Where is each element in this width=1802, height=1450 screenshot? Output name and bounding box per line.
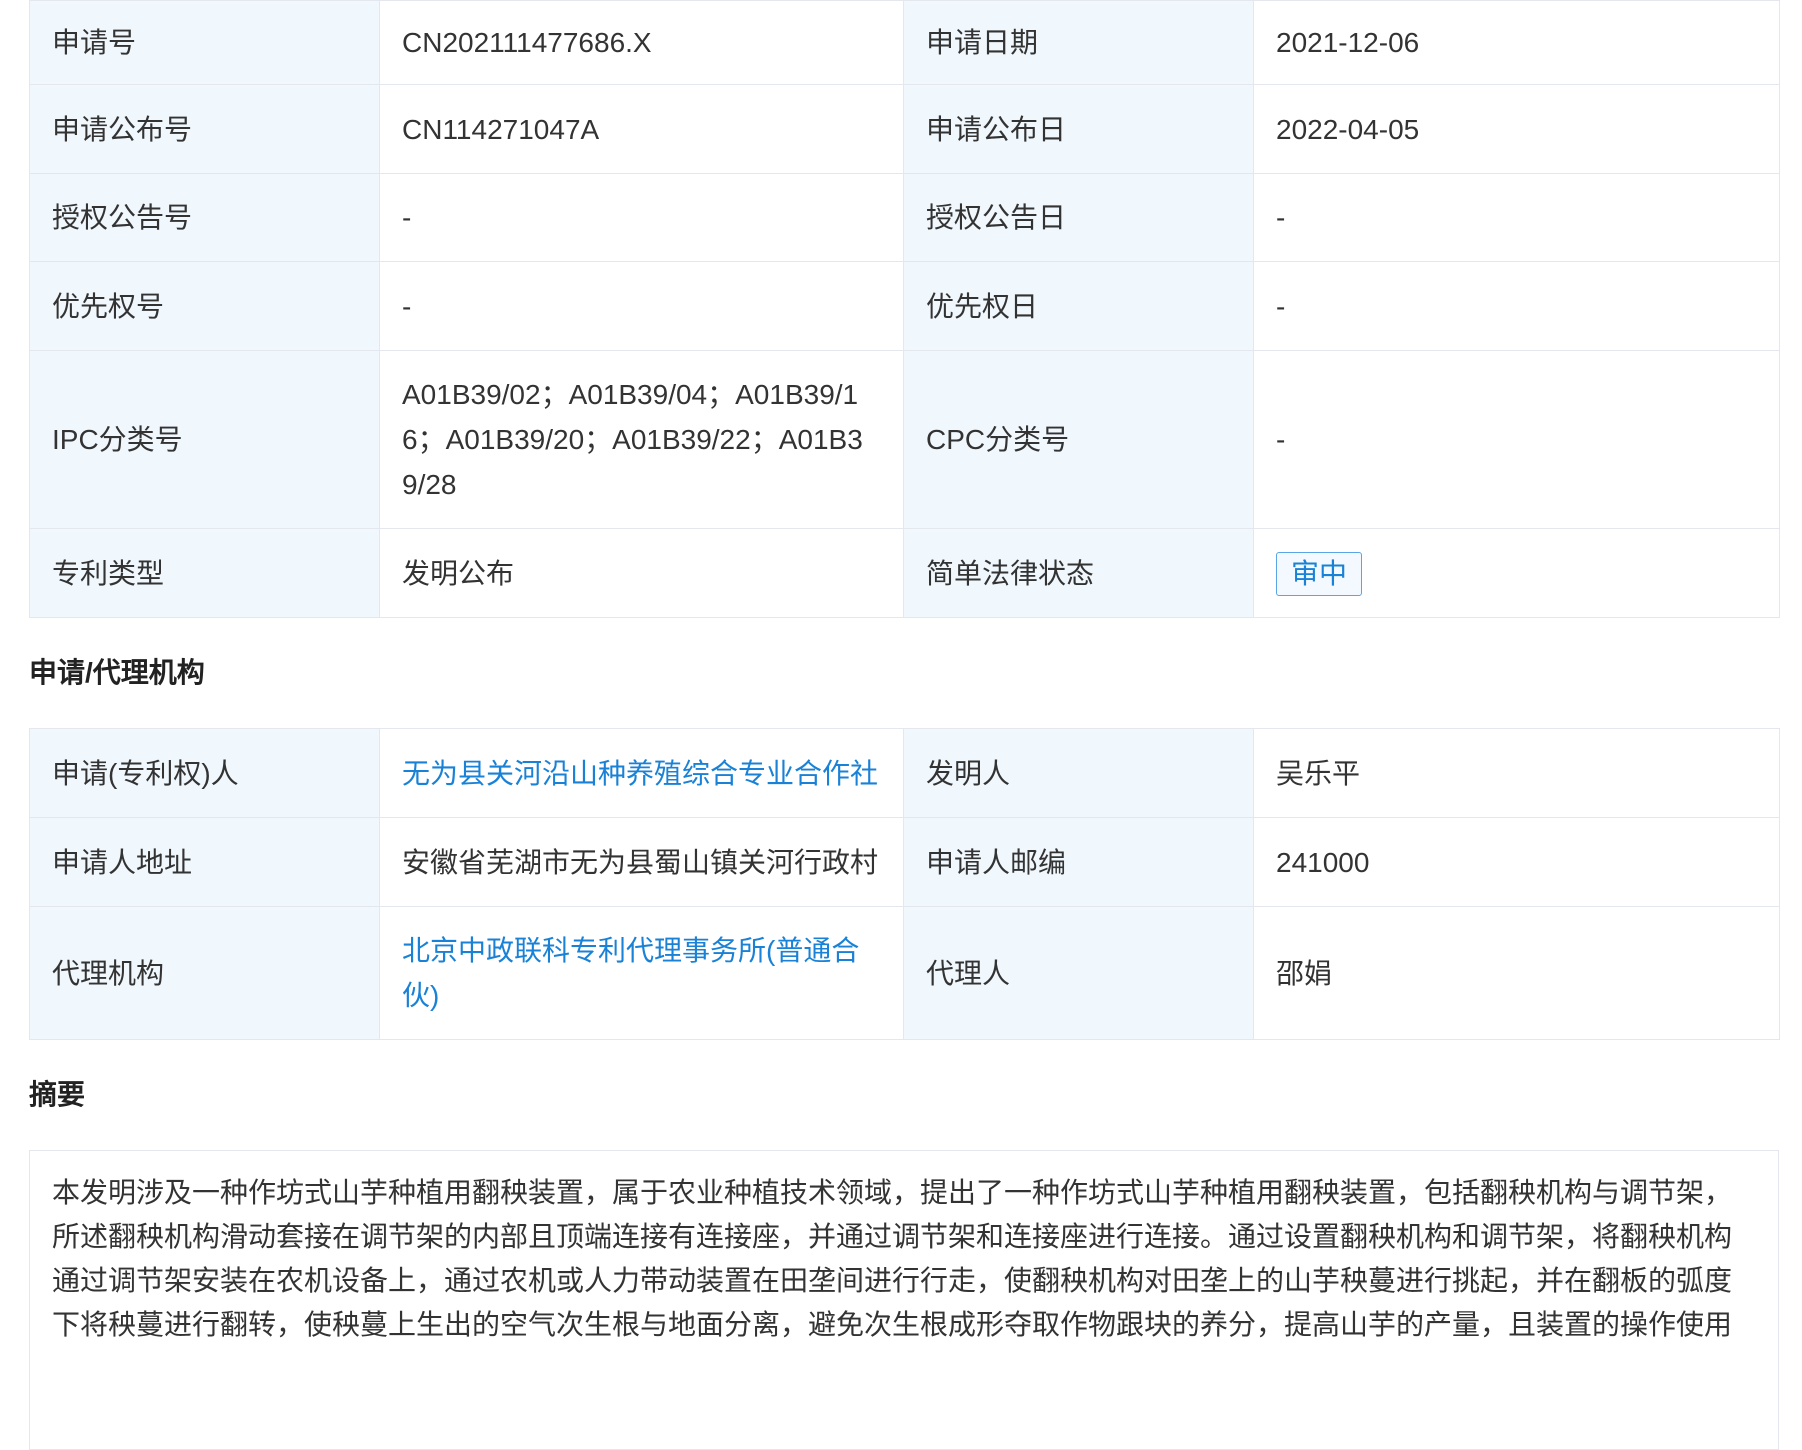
- grant-number-label: 授权公告号: [29, 173, 380, 262]
- abstract-text: 本发明涉及一种作坊式山芋种植用翻秧装置，属于农业种植技术领域，提出了一种作坊式山…: [52, 1177, 1733, 1340]
- applicant-address-label: 申请人地址: [29, 817, 380, 907]
- agency-label: 代理机构: [29, 906, 380, 1040]
- applicant-address-value: 安徽省芜湖市无为县蜀山镇关河行政村: [379, 817, 904, 907]
- applicant-label: 申请(专利权)人: [29, 728, 380, 818]
- grant-number-value: -: [379, 173, 904, 262]
- ipc-class-label: IPC分类号: [29, 350, 380, 529]
- agency-cell: 北京中政联科专利代理事务所(普通合伙): [379, 906, 904, 1040]
- ipc-class-value: A01B39/02；A01B39/04；A01B39/16；A01B39/20；…: [379, 350, 904, 529]
- table-row: 授权公告号 - 授权公告日 -: [29, 173, 1780, 262]
- publication-number-label: 申请公布号: [29, 84, 380, 174]
- grant-date-label: 授权公告日: [903, 173, 1254, 262]
- legal-status-badge[interactable]: 审中: [1276, 551, 1363, 596]
- publication-number-value: CN114271047A: [379, 84, 904, 174]
- legal-status-cell: 审中: [1253, 528, 1780, 618]
- applicant-postcode-value: 241000: [1253, 817, 1780, 907]
- agent-label: 代理人: [903, 906, 1254, 1040]
- legal-status-label: 简单法律状态: [903, 528, 1254, 618]
- abstract-box: 本发明涉及一种作坊式山芋种植用翻秧装置，属于农业种植技术领域，提出了一种作坊式山…: [29, 1150, 1779, 1450]
- applicant-link[interactable]: 无为县关河沿山种养殖综合专业合作社: [402, 758, 878, 789]
- priority-date-value: -: [1253, 261, 1780, 351]
- inventor-value: 吴乐平: [1253, 728, 1780, 818]
- application-number-value: CN202111477686.X: [379, 0, 904, 85]
- cpc-class-value: -: [1253, 350, 1780, 529]
- patent-type-label: 专利类型: [29, 528, 380, 618]
- priority-number-value: -: [379, 261, 904, 351]
- inventor-label: 发明人: [903, 728, 1254, 818]
- applicant-postcode-label: 申请人邮编: [903, 817, 1254, 907]
- patent-type-value: 发明公布: [379, 528, 904, 618]
- agency-info-table: 申请(专利权)人 无为县关河沿山种养殖综合专业合作社 发明人 吴乐平 申请人地址…: [29, 728, 1780, 1040]
- cpc-class-label: CPC分类号: [903, 350, 1254, 529]
- agency-section-title: 申请/代理机构: [29, 657, 205, 688]
- application-date-label: 申请日期: [903, 0, 1254, 85]
- agent-value: 邵娟: [1253, 906, 1780, 1040]
- patent-detail-panel: 申请号 CN202111477686.X 申请日期 2021-12-06 申请公…: [29, 0, 1780, 1450]
- table-row: 代理机构 北京中政联科专利代理事务所(普通合伙) 代理人 邵娟: [29, 906, 1780, 1040]
- table-row: 申请(专利权)人 无为县关河沿山种养殖综合专业合作社 发明人 吴乐平: [29, 728, 1780, 818]
- application-number-label: 申请号: [29, 0, 380, 85]
- applicant-cell: 无为县关河沿山种养殖综合专业合作社: [379, 728, 904, 818]
- publication-date-label: 申请公布日: [903, 84, 1254, 174]
- publication-date-value: 2022-04-05: [1253, 84, 1780, 174]
- table-row: 申请公布号 CN114271047A 申请公布日 2022-04-05: [29, 84, 1780, 174]
- table-row: IPC分类号 A01B39/02；A01B39/04；A01B39/16；A01…: [29, 350, 1780, 529]
- grant-date-value: -: [1253, 173, 1780, 262]
- table-row: 申请号 CN202111477686.X 申请日期 2021-12-06: [29, 0, 1780, 85]
- table-row: 优先权号 - 优先权日 -: [29, 261, 1780, 351]
- table-row: 专利类型 发明公布 简单法律状态 审中: [29, 528, 1780, 618]
- abstract-section-title: 摘要: [29, 1079, 86, 1110]
- priority-number-label: 优先权号: [29, 261, 380, 351]
- application-date-value: 2021-12-06: [1253, 0, 1780, 85]
- agency-link[interactable]: 北京中政联科专利代理事务所(普通合伙): [402, 935, 859, 1011]
- table-row: 申请人地址 安徽省芜湖市无为县蜀山镇关河行政村 申请人邮编 241000: [29, 817, 1780, 907]
- priority-date-label: 优先权日: [903, 261, 1254, 351]
- basic-info-table: 申请号 CN202111477686.X 申请日期 2021-12-06 申请公…: [29, 0, 1780, 618]
